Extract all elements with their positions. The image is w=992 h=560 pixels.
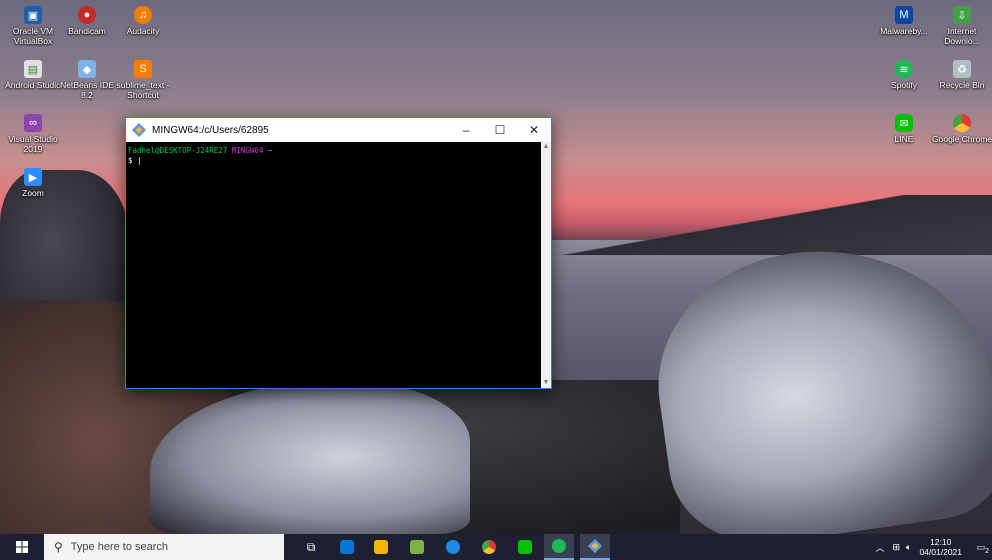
taskbar: ⚲ Type here to search ⧉ ︿ ⊞ 🔈︎ 12:10 04/… xyxy=(0,534,992,560)
desktop-icon-label: Audacity xyxy=(126,26,160,36)
chevron-up-icon[interactable]: ︿ xyxy=(875,541,884,554)
line-icon xyxy=(518,540,532,554)
chrome-icon xyxy=(482,540,496,554)
zoom-icon: ▶ xyxy=(24,168,42,186)
terminal-window[interactable]: MINGW64:/c/Users/62895 – ☐ ✕ Fadhel@DESK… xyxy=(125,117,552,389)
desktop-icon-label: NetBeans IDE 8.2 xyxy=(60,80,114,100)
terminal-titlebar[interactable]: MINGW64:/c/Users/62895 – ☐ ✕ xyxy=(126,118,551,142)
visual-studio-icon: ∞ xyxy=(24,114,42,132)
folder-icon xyxy=(374,540,388,554)
wallpaper-jetty xyxy=(545,195,992,255)
desktop-icon-chrome[interactable]: Google Chrome xyxy=(932,114,992,144)
text-cursor: | xyxy=(137,156,142,165)
notepad-icon xyxy=(410,540,424,554)
terminal-scrollbar[interactable]: ▲ ▼ xyxy=(541,142,551,388)
chrome-icon xyxy=(953,114,971,132)
prompt-path: ~ xyxy=(267,146,273,155)
task-view-icon: ⧉ xyxy=(306,539,316,554)
notification-icon: ▭ xyxy=(976,541,986,552)
desktop-icon-label: sublime_text - Shortcut xyxy=(116,80,170,100)
spotify-icon xyxy=(552,539,566,553)
mail-icon xyxy=(340,540,354,554)
desktop-icon-label: Spotify xyxy=(891,80,917,90)
malwarebytes-icon: M xyxy=(895,6,913,24)
edge-icon xyxy=(446,540,460,554)
search-icon: ⚲ xyxy=(54,540,63,554)
search-placeholder: Type here to search xyxy=(70,541,169,553)
desktop-icon-sublime[interactable]: S sublime_text - Shortcut xyxy=(113,60,173,100)
terminal-prompt-line: Fadhel@DESKTOP-J24RE27 MINGW64 ~ xyxy=(128,146,539,156)
maximize-button[interactable]: ☐ xyxy=(483,118,517,142)
desktop-icon-label: Recycle Bin xyxy=(939,80,985,90)
clock-time: 12:10 xyxy=(930,537,952,547)
desktop-icon-virtualbox[interactable]: ▣ Oracle VM VirtualBox xyxy=(3,6,63,46)
desktop-icon-malwarebytes[interactable]: M Malwareby... xyxy=(874,6,934,36)
scroll-down-icon[interactable]: ▼ xyxy=(541,378,551,388)
taskbar-line[interactable] xyxy=(510,534,540,560)
taskbar-spotify[interactable] xyxy=(544,534,574,560)
desktop-icon-label: Google Chrome xyxy=(932,134,992,144)
spotify-icon: ≋ xyxy=(895,60,913,78)
desktop-icon-android-studio[interactable]: ▤ Android Studio xyxy=(3,60,63,90)
notification-button[interactable]: ▭ 2 xyxy=(970,541,992,555)
desktop-icon-netbeans[interactable]: ◆ NetBeans IDE 8.2 xyxy=(57,60,117,100)
terminal-input-line[interactable]: $ | xyxy=(128,156,539,166)
taskbar-task-view[interactable]: ⧉ xyxy=(296,534,326,560)
desktop-icon-label: Bandicam xyxy=(68,26,106,36)
terminal-title: MINGW64:/c/Users/62895 xyxy=(152,124,269,136)
desktop-icon-spotify[interactable]: ≋ Spotify xyxy=(874,60,934,90)
idm-icon: ⇩ xyxy=(953,6,971,24)
taskbar-notepad[interactable] xyxy=(402,534,432,560)
desktop-icon-label: Malwareby... xyxy=(880,26,928,36)
git-bash-icon xyxy=(132,123,146,137)
desktop-icon-label: Internet Downlo... xyxy=(944,26,980,46)
desktop-icon-label: LINE xyxy=(894,134,914,144)
bandicam-icon: ● xyxy=(78,6,96,24)
audacity-icon: ♫ xyxy=(134,6,152,24)
taskbar-chrome[interactable] xyxy=(474,534,504,560)
system-tray: ︿ ⊞ 🔈︎ 12:10 04/01/2021 ▭ 2 xyxy=(875,534,992,560)
android-studio-icon: ▤ xyxy=(24,60,42,78)
desktop-icon-label: Oracle VM VirtualBox xyxy=(12,26,54,46)
netbeans-icon: ◆ xyxy=(78,60,96,78)
taskbar-git-bash[interactable] xyxy=(580,534,610,560)
ime-icon[interactable]: ⊞ xyxy=(893,542,901,553)
prompt-user: Fadhel@DESKTOP-J24RE27 xyxy=(128,146,228,155)
desktop-icon-label: Zoom xyxy=(22,188,44,198)
close-button[interactable]: ✕ xyxy=(517,118,551,142)
desktop-icon-label: Visual Studio 2019 xyxy=(8,134,58,154)
desktop-icon-label: Android Studio xyxy=(5,80,61,90)
desktop-icon-audacity[interactable]: ♫ Audacity xyxy=(113,6,173,36)
recycle-bin-icon: ♻ xyxy=(953,60,971,78)
minimize-button[interactable]: – xyxy=(449,118,483,142)
close-icon: ✕ xyxy=(528,123,540,137)
desktop-icon-line[interactable]: ✉ LINE xyxy=(874,114,934,144)
terminal-output[interactable]: Fadhel@DESKTOP-J24RE27 MINGW64 ~ $ | xyxy=(126,142,541,388)
line-icon: ✉ xyxy=(895,114,913,132)
desktop-icon-visual-studio[interactable]: ∞ Visual Studio 2019 xyxy=(3,114,63,154)
taskbar-file-explorer[interactable] xyxy=(366,534,396,560)
volume-icon[interactable]: 🔈︎ xyxy=(906,542,911,553)
sublime-icon: S xyxy=(134,60,152,78)
start-button[interactable] xyxy=(0,534,44,560)
desktop-icon-idm[interactable]: ⇩ Internet Downlo... xyxy=(932,6,992,46)
taskbar-edge[interactable] xyxy=(438,534,468,560)
scroll-up-icon[interactable]: ▲ xyxy=(541,142,551,152)
clock[interactable]: 12:10 04/01/2021 xyxy=(919,537,962,557)
virtualbox-icon: ▣ xyxy=(24,6,42,24)
desktop-icon-bandicam[interactable]: ● Bandicam xyxy=(57,6,117,36)
prompt-symbol: $ xyxy=(128,156,133,165)
minimize-icon: – xyxy=(462,123,470,137)
taskbar-mail[interactable] xyxy=(332,534,362,560)
taskbar-search-box[interactable]: ⚲ Type here to search xyxy=(44,534,284,560)
desktop-icon-recycle-bin[interactable]: ♻ Recycle Bin xyxy=(932,60,992,90)
desktop-icon-zoom[interactable]: ▶ Zoom xyxy=(3,168,63,198)
notification-count: 2 xyxy=(985,547,989,555)
maximize-icon: ☐ xyxy=(494,123,506,137)
git-bash-icon xyxy=(588,539,602,553)
windows-icon xyxy=(16,541,28,553)
prompt-env: MINGW64 xyxy=(231,146,264,155)
clock-date: 04/01/2021 xyxy=(919,547,962,557)
